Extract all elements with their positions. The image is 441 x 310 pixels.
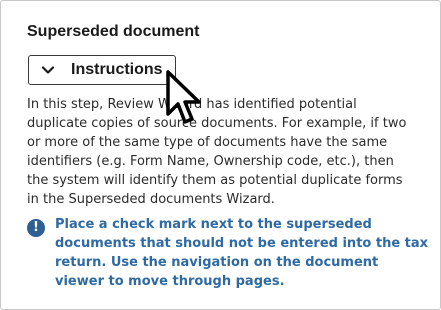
info-line: Place a check mark next to the supersede… — [55, 217, 372, 232]
info-line: documents that should not be entered int… — [55, 236, 429, 251]
superseded-document-panel: Superseded document Instructions In this… — [0, 0, 441, 310]
body-line: the system will identify them as potenti… — [27, 173, 403, 188]
info-exclamation-icon: ! — [27, 219, 45, 237]
chevron-down-icon — [41, 63, 55, 77]
body-line: or more of the same type of documents ha… — [27, 135, 388, 150]
body-line: in the Superseded documents Wizard. — [27, 192, 275, 207]
instructions-body-text: In this step, Review Wizard has identifi… — [27, 95, 427, 209]
info-callout-text: Place a check mark next to the supersede… — [55, 215, 429, 291]
instructions-button-label: Instructions — [71, 61, 163, 78]
mouse-pointer-icon — [166, 70, 206, 130]
instructions-toggle-button[interactable]: Instructions — [28, 55, 176, 85]
section-title: Superseded document — [27, 23, 200, 40]
body-line: duplicate copies of source documents. Fo… — [27, 116, 407, 131]
info-line: viewer to move through pages. — [55, 274, 285, 289]
body-line: identifiers (e.g. Form Name, Ownership c… — [27, 154, 394, 169]
body-line: In this step, Review Wizard has identifi… — [27, 97, 357, 112]
info-line: return. Use the navigation on the docume… — [55, 255, 379, 270]
